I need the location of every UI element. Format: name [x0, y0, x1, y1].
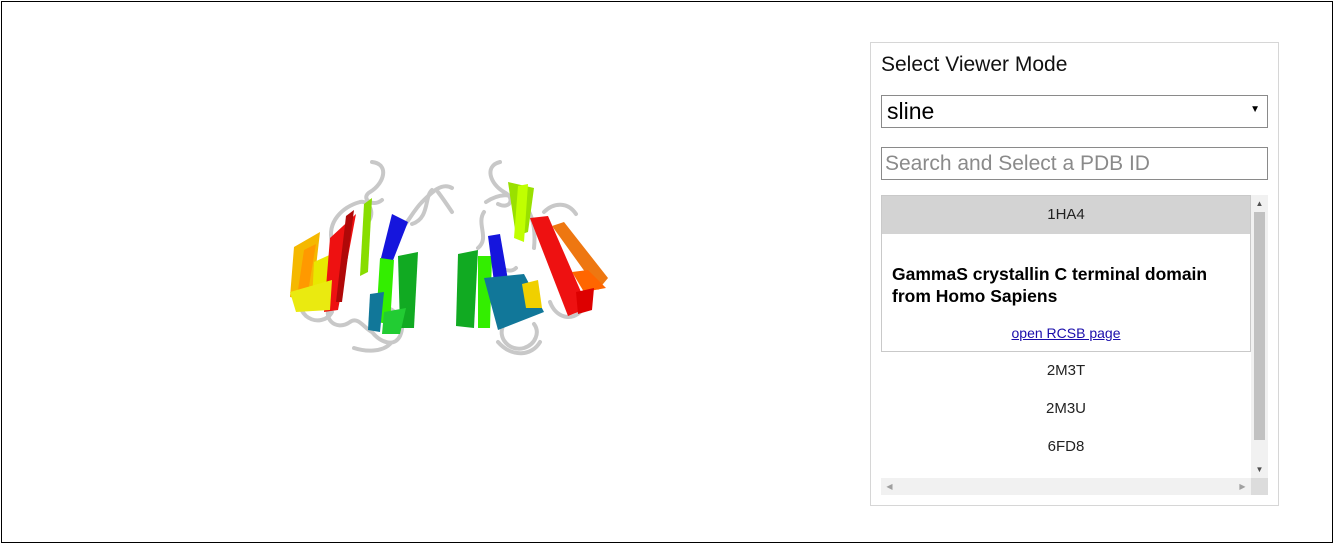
open-rcsb-page-link[interactable]: open RCSB page	[882, 325, 1250, 341]
panel-title: Select Viewer Mode	[881, 53, 1068, 76]
page-frame: Select Viewer Mode sline ▼ 1HA4 GammaS c…	[1, 1, 1333, 543]
vertical-scrollbar[interactable]: ▲ ▼	[1251, 195, 1268, 478]
protein-structure-render	[290, 160, 608, 356]
viewer-control-panel: Select Viewer Mode sline ▼ 1HA4 GammaS c…	[870, 42, 1279, 506]
result-item[interactable]: 6FD8	[881, 428, 1251, 466]
result-item[interactable]: 2M3T	[881, 352, 1251, 390]
horizontal-scrollbar[interactable]: ◀ ▶	[881, 478, 1251, 495]
viewer-mode-select[interactable]: sline ▼	[881, 95, 1268, 128]
result-item-selected[interactable]: 1HA4 GammaS crystallin C terminal domain…	[881, 195, 1251, 352]
result-description: GammaS crystallin C terminal domain from…	[892, 264, 1208, 306]
result-item[interactable]: 2M3U	[881, 390, 1251, 428]
caret-down-icon: ▼	[1250, 104, 1260, 115]
scroll-right-arrow-icon[interactable]: ▶	[1234, 478, 1251, 495]
molecule-viewer-canvas[interactable]	[272, 152, 632, 367]
scroll-down-arrow-icon[interactable]: ▼	[1251, 461, 1268, 478]
scroll-left-arrow-icon[interactable]: ◀	[881, 478, 898, 495]
scroll-up-arrow-icon[interactable]: ▲	[1251, 195, 1268, 212]
result-item-selected-id[interactable]: 1HA4	[882, 196, 1250, 234]
viewer-mode-value: sline	[887, 98, 935, 124]
pdb-search-input[interactable]	[881, 147, 1268, 180]
vertical-scrollbar-thumb[interactable]	[1254, 212, 1265, 440]
pdb-results-list[interactable]: 1HA4 GammaS crystallin C terminal domain…	[881, 195, 1268, 495]
scrollbar-corner	[1251, 478, 1268, 495]
